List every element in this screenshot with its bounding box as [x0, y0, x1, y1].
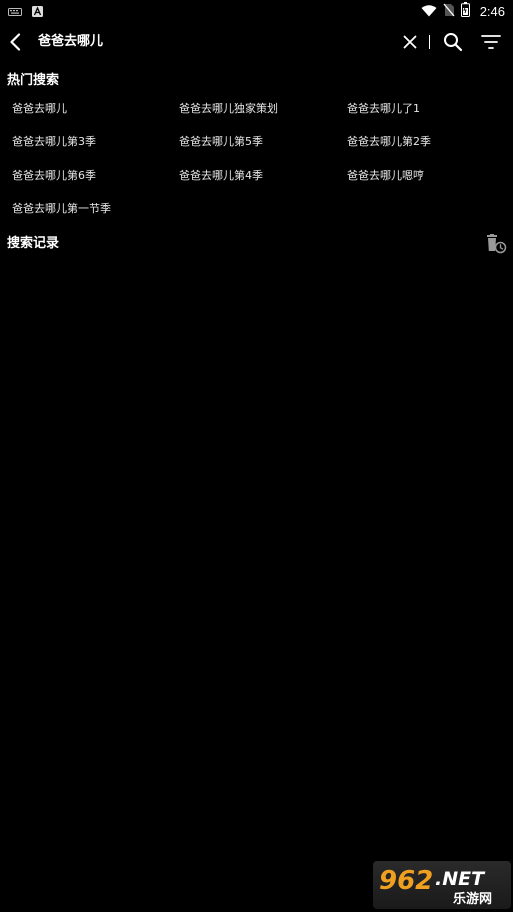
- filter-icon: [481, 35, 501, 49]
- clear-history-button[interactable]: [484, 233, 508, 255]
- close-icon: [403, 35, 417, 49]
- search-button[interactable]: [441, 30, 465, 54]
- hot-search-item[interactable]: 爸爸去哪儿第5季: [179, 134, 347, 167]
- status-right: 2:46: [421, 1, 505, 21]
- search-screen: 2:46 爸爸去哪儿 热门搜索 爸爸去哪儿 爸爸去哪儿独家策划 爸爸去哪儿了1 …: [0, 0, 513, 912]
- clear-search-button[interactable]: [400, 31, 420, 53]
- svg-text:962: 962: [379, 866, 433, 896]
- svg-text:乐游网: 乐游网: [453, 891, 492, 907]
- hot-search-item[interactable]: 爸爸去哪儿第4季: [179, 168, 347, 201]
- a-badge-icon: [32, 2, 43, 21]
- hot-search-item[interactable]: 爸爸去哪儿第2季: [347, 134, 507, 167]
- hot-search-item[interactable]: 爸爸去哪儿: [12, 101, 179, 134]
- hot-search-item[interactable]: 爸爸去哪儿嗯哼: [347, 168, 507, 201]
- hot-search-list: 爸爸去哪儿 爸爸去哪儿独家策划 爸爸去哪儿了1 爸爸去哪儿第3季 爸爸去哪儿第5…: [12, 101, 507, 235]
- trash-clock-icon: [487, 234, 507, 254]
- hot-search-item[interactable]: 爸爸去哪儿第6季: [12, 168, 179, 201]
- back-arrow-icon: [10, 33, 21, 51]
- hot-search-item[interactable]: 爸爸去哪儿第一节季: [12, 201, 179, 234]
- search-icon: [444, 33, 463, 52]
- hot-search-title: 热门搜索: [7, 73, 60, 88]
- wifi-icon: [421, 2, 437, 21]
- search-history-title: 搜索记录: [7, 236, 60, 251]
- watermark-logo: 962 .NET 乐游网: [373, 861, 511, 909]
- search-input[interactable]: 爸爸去哪儿: [38, 33, 103, 51]
- back-button[interactable]: [4, 30, 26, 54]
- battery-icon: [460, 1, 470, 21]
- svg-text:.NET: .NET: [435, 868, 486, 890]
- status-left: [8, 2, 43, 21]
- hot-search-item[interactable]: 爸爸去哪儿了1: [347, 101, 507, 134]
- filter-button[interactable]: [479, 30, 503, 54]
- search-toolbar: 爸爸去哪儿: [0, 22, 513, 62]
- toolbar-divider: [429, 35, 430, 49]
- status-time: 2:46: [479, 3, 505, 19]
- hot-search-item[interactable]: 爸爸去哪儿独家策划: [179, 101, 347, 134]
- status-bar: 2:46: [0, 0, 513, 22]
- hot-search-item[interactable]: 爸爸去哪儿第3季: [12, 134, 179, 167]
- no-sim-icon: [443, 2, 455, 21]
- keyboard-icon: [8, 2, 22, 21]
